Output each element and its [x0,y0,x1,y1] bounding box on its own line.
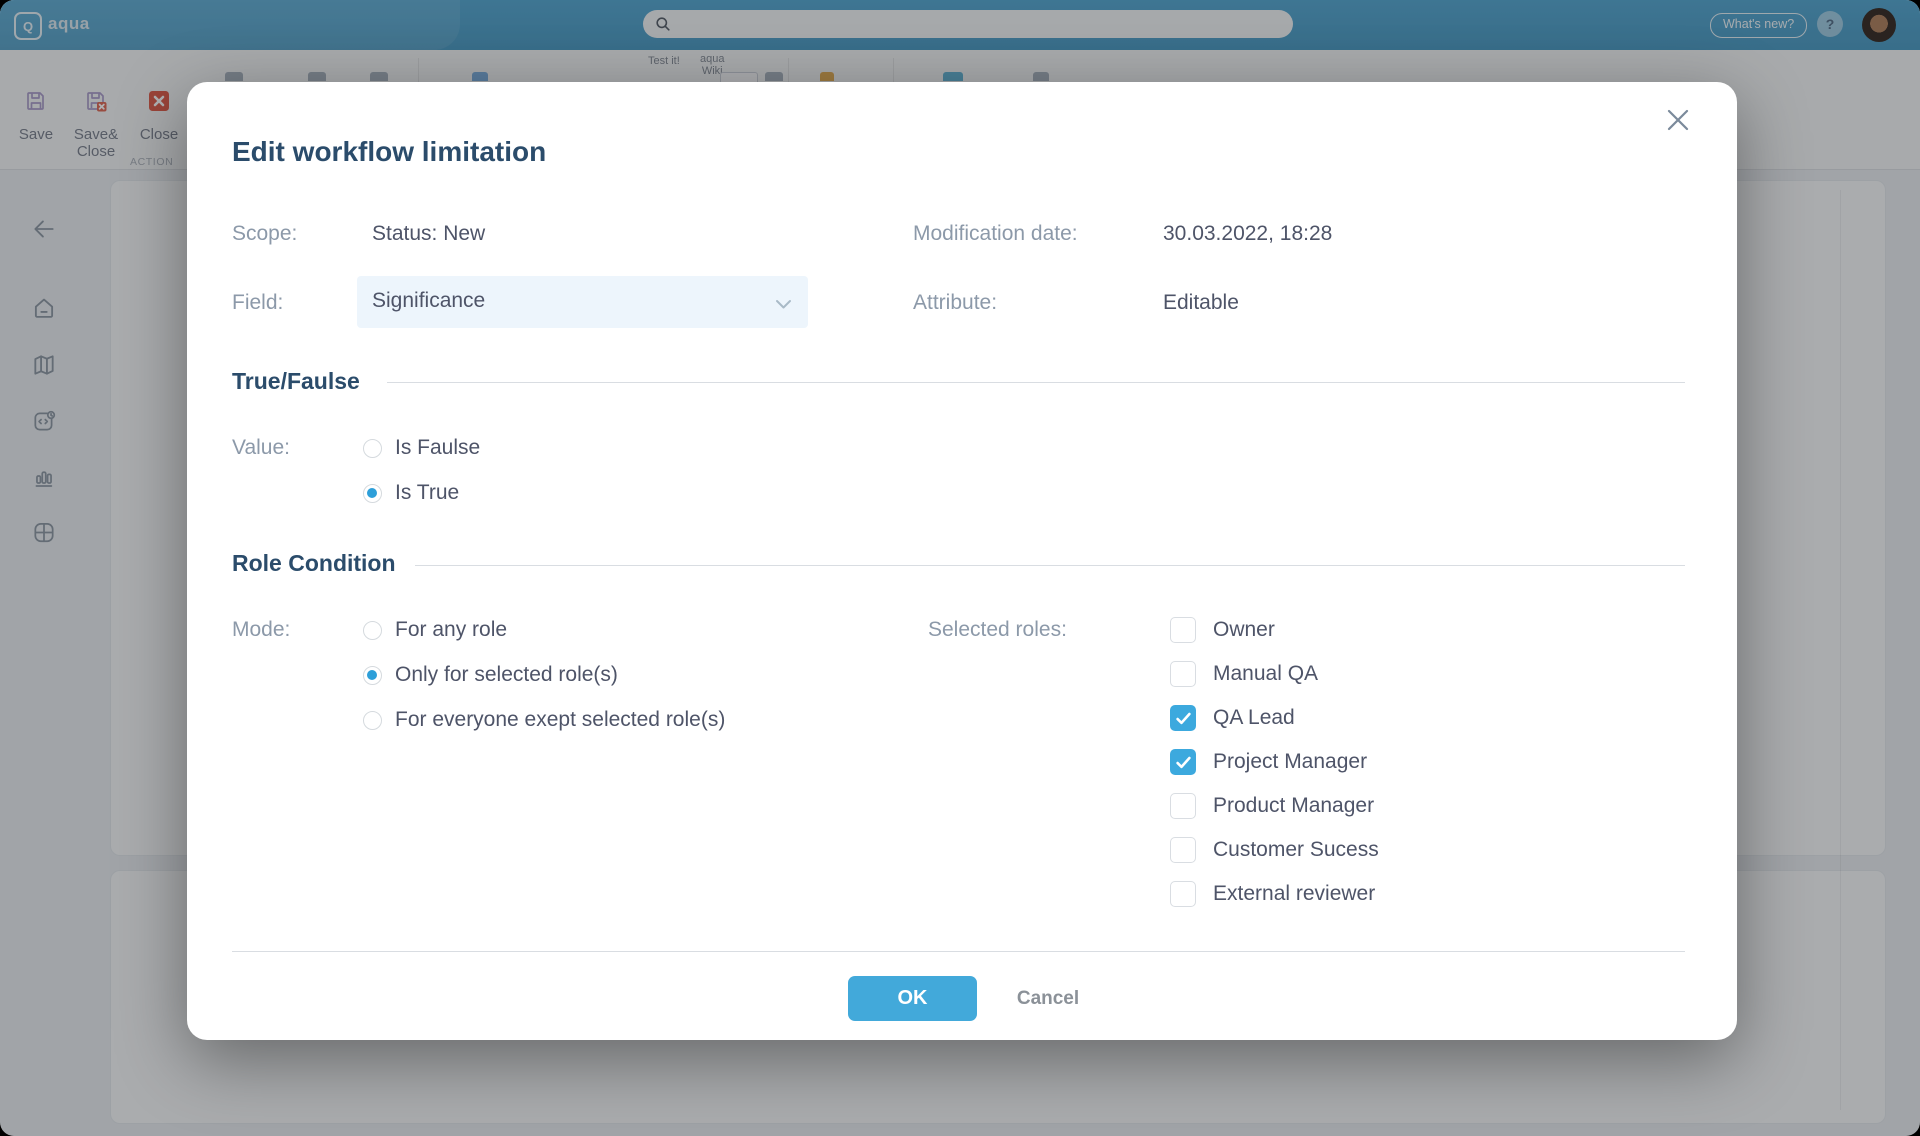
screen: Q aqua What's new? ? Save [0,0,1920,1136]
scope-label: Scope: [232,222,297,246]
radio-icon[interactable] [363,666,382,685]
radio-icon[interactable] [363,484,382,503]
radio-label: Only for selected role(s) [395,663,618,687]
attribute-value: Editable [1163,291,1239,315]
checkbox-row-product-manager[interactable]: Product Manager [1170,791,1374,821]
checkbox-icon[interactable] [1170,661,1196,687]
checkbox-row-customer-success[interactable]: Customer Sucess [1170,835,1379,865]
attribute-label: Attribute: [913,291,997,315]
checkbox-icon[interactable] [1170,881,1196,907]
radio-option-is-true[interactable]: Is True [363,478,459,508]
checkbox-icon[interactable] [1170,793,1196,819]
checkbox-label: QA Lead [1213,706,1295,730]
checkbox-row-qa-lead[interactable]: QA Lead [1170,703,1295,733]
mode-label: Mode: [232,618,290,642]
section-divider [387,382,1685,383]
selected-roles-label: Selected roles: [928,618,1067,642]
checkbox-label: External reviewer [1213,882,1375,906]
field-label: Field: [232,291,283,315]
checkbox-icon[interactable] [1170,749,1196,775]
checkbox-label: Manual QA [1213,662,1318,686]
radio-icon[interactable] [363,439,382,458]
checkbox-icon[interactable] [1170,705,1196,731]
scope-value: Status: New [372,222,485,246]
checkbox-row-manual-qa[interactable]: Manual QA [1170,659,1318,689]
radio-option-is-faulse[interactable]: Is Faulse [363,433,480,463]
checkbox-label: Owner [1213,618,1275,642]
section-title-role-condition: Role Condition [232,550,396,577]
checkbox-label: Project Manager [1213,750,1367,774]
radio-label: For any role [395,618,507,642]
radio-option-only-selected-roles[interactable]: Only for selected role(s) [363,660,618,690]
dialog-close-icon[interactable] [1664,106,1692,134]
checkbox-row-owner[interactable]: Owner [1170,615,1275,645]
radio-label: Is Faulse [395,436,480,460]
edit-workflow-limitation-dialog: Edit workflow limitation Scope: Status: … [187,82,1737,1040]
field-dropdown[interactable]: Significance [357,276,808,328]
section-title-true-false: True/Faulse [232,368,360,395]
checkbox-label: Customer Sucess [1213,838,1379,862]
checkbox-row-project-manager[interactable]: Project Manager [1170,747,1367,777]
checkbox-icon[interactable] [1170,837,1196,863]
radio-label: Is True [395,481,459,505]
footer-divider [232,951,1685,952]
aqua-app-window: Q aqua What's new? ? Save [0,0,1920,1136]
dialog-title: Edit workflow limitation [232,136,546,168]
value-label: Value: [232,436,290,460]
radio-label: For everyone exept selected role(s) [395,708,725,732]
field-dropdown-value: Significance [372,289,485,313]
modification-date-value: 30.03.2022, 18:28 [1163,222,1332,246]
checkbox-row-external-reviewer[interactable]: External reviewer [1170,879,1375,909]
radio-icon[interactable] [363,621,382,640]
radio-option-everyone-except-selected[interactable]: For everyone exept selected role(s) [363,705,725,735]
radio-option-for-any-role[interactable]: For any role [363,615,507,645]
ok-button[interactable]: OK [848,976,977,1021]
radio-icon[interactable] [363,711,382,730]
chevron-down-icon [775,297,792,315]
modification-date-label: Modification date: [913,222,1078,246]
cancel-button[interactable]: Cancel [1003,986,1093,1012]
checkbox-label: Product Manager [1213,794,1374,818]
section-divider [415,565,1685,566]
checkbox-icon[interactable] [1170,617,1196,643]
